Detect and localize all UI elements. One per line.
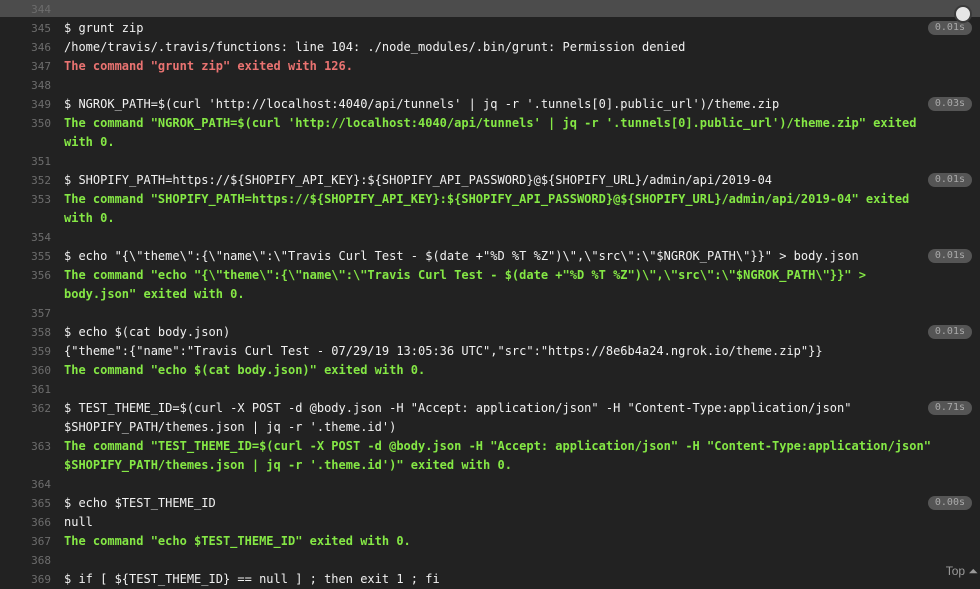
log-line-text: null [64,515,93,529]
duration-badge: 0.00s [927,496,972,510]
log-line: 360 The command "echo $(cat body.json)" e… [0,361,980,380]
duration-badge: 0.01s [927,249,972,263]
build-log: 344 345 $ grunt zip 0.01s 346/home/travis/.t… [0,0,980,589]
line-number-link[interactable]: 348 [0,76,51,95]
duration-badge: 0.01s [927,21,972,35]
line-number-link[interactable]: 352 [0,171,51,190]
log-line-text: The command "NGROK_PATH=$(curl 'http://l… [64,116,924,149]
log-line: 369 $ if [ ${TEST_THEME_ID} == null ] ; t… [0,570,980,589]
log-line-text: $ echo $TEST_THEME_ID [64,496,216,510]
log-line: 354 [0,228,980,247]
line-number-link[interactable]: 351 [0,152,51,171]
log-line-text: $ grunt zip [64,21,144,35]
log-line: 362 $ TEST_THEME_ID=$(curl -X POST -d @bo… [0,399,980,437]
log-line: 348 [0,76,980,95]
log-line: 365 $ echo $TEST_THEME_ID 0.00s [0,494,980,513]
log-line-text: The command "echo $(cat body.json)" exit… [64,363,426,377]
log-line: 368 [0,551,980,570]
line-number-link[interactable]: 365 [0,494,51,513]
line-number-link[interactable]: 359 [0,342,51,361]
line-number-link[interactable]: 346 [0,38,51,57]
log-line-text: $ echo $(cat body.json) [64,325,231,339]
log-line-text: The command "grunt zip" exited with 126. [64,59,353,73]
line-number-link[interactable]: 354 [0,228,51,247]
log-line: 346/home/travis/.travis/functions: line … [0,38,980,57]
line-number-link[interactable]: 369 [0,570,51,589]
log-line-text: $ NGROK_PATH=$(curl 'http://localhost:40… [64,97,780,111]
line-number-link[interactable]: 347 [0,57,51,76]
log-line: 364 [0,475,980,494]
line-number-link[interactable]: 361 [0,380,51,399]
log-line: 356 The command "echo "{\"theme\":{\"name… [0,266,980,304]
line-number-link[interactable]: 362 [0,399,51,418]
log-line-text: $ if [ ${TEST_THEME_ID} == null ] ; then… [64,572,440,586]
log-line: 363 The command "TEST_THEME_ID=$(curl -X … [0,437,980,475]
log-line-text: The command "echo "{\"theme\":{\"name\":… [64,268,874,301]
log-line: 350 The command "NGROK_PATH=$(curl 'http:… [0,114,980,152]
line-number-link[interactable]: 360 [0,361,51,380]
scroll-to-top-link[interactable]: Top ⏶ [946,564,978,579]
log-line: 351 [0,152,980,171]
log-line-text: The command "TEST_THEME_ID=$(curl -X POS… [64,439,939,472]
line-number-link[interactable]: 353 [0,190,51,209]
line-number-link[interactable]: 367 [0,532,51,551]
line-number-link[interactable]: 345 [0,19,51,38]
log-line: 367 The command "echo $TEST_THEME_ID" exi… [0,532,980,551]
log-line: 357 [0,304,980,323]
duration-badge: 0.01s [927,325,972,339]
line-number-link[interactable]: 363 [0,437,51,456]
log-line: 344 [0,0,980,19]
scroll-indicator-icon[interactable] [954,5,972,23]
log-line: 352 $ SHOPIFY_PATH=https://${SHOPIFY_API_… [0,171,980,190]
line-number-link[interactable]: 368 [0,551,51,570]
line-number-link[interactable]: 358 [0,323,51,342]
duration-badge: 0.01s [927,173,972,187]
line-number-link[interactable]: 349 [0,95,51,114]
log-line: 358 $ echo $(cat body.json) 0.01s [0,323,980,342]
log-line-text: {"theme":{"name":"Travis Curl Test - 07/… [64,344,823,358]
line-number-link[interactable]: 364 [0,475,51,494]
log-line-text: $ SHOPIFY_PATH=https://${SHOPIFY_API_KEY… [64,173,773,187]
log-line-text: The command "echo $TEST_THEME_ID" exited… [64,534,411,548]
log-line: 359 {"theme":{"name":"Travis Curl Test - … [0,342,980,361]
log-line: 353 The command "SHOPIFY_PATH=https://${S… [0,190,980,228]
log-line: 347 The command "grunt zip" exited with 1… [0,57,980,76]
log-line-text: The command "SHOPIFY_PATH=https://${SHOP… [64,192,917,225]
line-number-link[interactable]: 357 [0,304,51,323]
log-line-text: /home/travis/.travis/functions: line 104… [64,40,686,54]
log-line: 355 $ echo "{\"theme\":{\"name\":\"Travis… [0,247,980,266]
line-number-link[interactable]: 366 [0,513,51,532]
log-line: 361 [0,380,980,399]
log-line: 366 null [0,513,980,532]
duration-badge: 0.71s [927,401,972,415]
line-number-link[interactable]: 356 [0,266,51,285]
line-number-link[interactable]: 350 [0,114,51,133]
line-number-link[interactable]: 344 [0,0,51,19]
line-number-link[interactable]: 355 [0,247,51,266]
log-line: 345 $ grunt zip 0.01s [0,19,980,38]
log-line-text: $ TEST_THEME_ID=$(curl -X POST -d @body.… [64,401,859,434]
log-line: 349 $ NGROK_PATH=$(curl 'http://localhost… [0,95,980,114]
duration-badge: 0.03s [927,97,972,111]
log-line-text: $ echo "{\"theme\":{\"name\":\"Travis Cu… [64,249,859,263]
